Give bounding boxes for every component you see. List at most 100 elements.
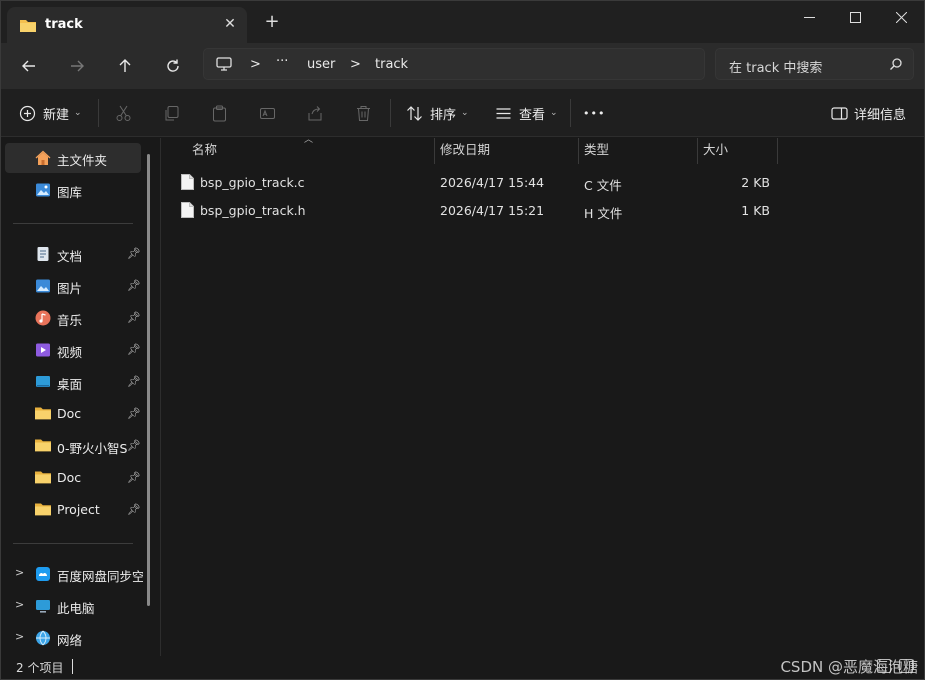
address-bar[interactable]: > ··· user > track <box>203 48 705 80</box>
sidebar-item-home[interactable]: 主文件夹 <box>5 143 141 173</box>
breadcrumb-user[interactable]: user <box>307 57 335 72</box>
rename-button[interactable] <box>259 101 276 125</box>
sort-button[interactable]: 排序 ⌄ <box>406 101 469 125</box>
sidebar-item-doc[interactable]: Doc 📌︎ <box>5 399 141 429</box>
document-icon <box>35 246 51 262</box>
sidebar-item-label: Doc <box>57 470 82 485</box>
details-label: 详细信息 <box>854 107 907 123</box>
cloud-drive-icon <box>35 566 51 582</box>
column-header-size[interactable]: 大小 <box>697 138 777 164</box>
pin-icon[interactable]: 📌︎ <box>127 279 141 292</box>
sidebar-item-gallery[interactable]: 图库 <box>5 175 141 205</box>
breadcrumb-separator[interactable]: > <box>350 57 361 72</box>
sidebar-item-project[interactable]: Project 📌︎ <box>5 495 141 525</box>
chevron-right-icon[interactable]: > <box>15 598 24 611</box>
pin-icon[interactable]: 📌︎ <box>127 247 141 260</box>
tab-track[interactable]: track ✕ <box>7 7 247 43</box>
back-button[interactable] <box>15 53 43 79</box>
chevron-right-icon[interactable]: > <box>15 566 24 579</box>
sidebar-item-label: 图片 <box>57 281 83 296</box>
search-box[interactable]: 在 track 中搜索 <box>715 48 914 80</box>
sidebar-item-label: 视频 <box>57 345 83 360</box>
sidebar-item-music[interactable]: 音乐 📌︎ <box>5 303 141 333</box>
file-type: H 文件 <box>584 206 623 221</box>
arrow-up-icon <box>119 59 131 72</box>
forward-button[interactable] <box>63 53 91 79</box>
up-button[interactable] <box>111 53 139 79</box>
new-tab-button[interactable]: + <box>263 13 281 31</box>
sidebar-item-this-pc[interactable]: > 此电脑 <box>5 591 141 621</box>
sidebar-item-documents[interactable]: 文档 📌︎ <box>5 239 141 269</box>
status-bar: 2 个项目 CSDN @恶魔海泡糖 <box>1 656 924 679</box>
plus-circle-icon <box>19 105 36 121</box>
video-icon <box>35 342 51 358</box>
navigation-pane: 主文件夹 图库 文档 📌︎ 图片 📌︎ 音乐 📌︎ 视频 📌︎ 桌面 📌︎ Do… <box>1 138 160 656</box>
view-label: 查看 <box>519 107 546 123</box>
pin-icon[interactable]: 📌︎ <box>127 375 141 388</box>
sidebar-item-network[interactable]: > 网络 <box>5 623 141 653</box>
breadcrumb-overflow[interactable]: ··· <box>276 54 288 69</box>
copy-button[interactable] <box>163 101 180 125</box>
sidebar-item-baidu-netdisk[interactable]: > 百度网盘同步空 <box>5 559 143 589</box>
file-name: bsp_gpio_track.h <box>200 203 306 218</box>
toolbar-divider <box>98 99 99 127</box>
more-options-button[interactable]: ••• <box>583 101 605 125</box>
close-window-button[interactable] <box>878 1 924 33</box>
refresh-icon <box>167 59 179 72</box>
toolbar-divider <box>570 99 571 127</box>
file-icon <box>181 202 194 221</box>
breadcrumb-track[interactable]: track <box>375 57 408 72</box>
sidebar-scrollbar[interactable] <box>147 154 150 606</box>
sidebar-item-label: 桌面 <box>57 377 83 392</box>
file-size: 2 KB <box>741 175 770 190</box>
breadcrumb-separator[interactable]: > <box>250 57 261 72</box>
column-header-type[interactable]: 类型 <box>578 138 697 164</box>
delete-button[interactable] <box>355 101 372 125</box>
column-header-name[interactable]: 名称 <box>186 138 434 164</box>
details-pane-button[interactable]: 详细信息 <box>831 101 906 125</box>
paste-button[interactable] <box>211 101 228 125</box>
sidebar-item-label: 图库 <box>57 185 83 200</box>
file-row[interactable]: bsp_gpio_track.c 2026/4/17 15:44 C 文件 2 … <box>171 169 771 197</box>
sidebar-item-yehuo[interactable]: 0-野火小智S 📌︎ <box>5 431 141 461</box>
monitor-icon[interactable] <box>216 56 232 76</box>
pc-icon <box>35 598 51 614</box>
pin-icon[interactable]: 📌︎ <box>127 439 141 452</box>
chevron-right-icon[interactable]: > <box>15 630 24 643</box>
pin-icon[interactable]: 📌︎ <box>127 343 141 356</box>
sidebar-item-label: Project <box>57 502 100 517</box>
new-button[interactable]: 新建 ⌄ <box>19 101 82 125</box>
search-input[interactable]: 在 track 中搜索 <box>729 57 822 76</box>
toolbar-divider <box>390 99 391 127</box>
status-divider <box>72 659 73 674</box>
pin-icon[interactable]: 📌︎ <box>127 311 141 324</box>
sidebar-item-doc-2[interactable]: Doc 📌︎ <box>5 463 141 493</box>
pin-icon[interactable]: 📌︎ <box>127 407 141 420</box>
refresh-button[interactable] <box>159 53 187 79</box>
sidebar-item-pictures[interactable]: 图片 📌︎ <box>5 271 141 301</box>
sidebar-item-label: 主文件夹 <box>57 153 108 168</box>
sidebar-item-desktop[interactable]: 桌面 📌︎ <box>5 367 141 397</box>
share-button[interactable] <box>307 101 324 125</box>
pin-icon[interactable]: 📌︎ <box>127 471 141 484</box>
column-header-date[interactable]: 修改日期 <box>434 138 578 164</box>
minimize-icon <box>803 16 815 18</box>
close-tab-icon[interactable]: ✕ <box>221 15 239 33</box>
cut-button[interactable] <box>115 101 132 125</box>
file-row[interactable]: bsp_gpio_track.h 2026/4/17 15:21 H 文件 1 … <box>171 197 771 225</box>
column-divider[interactable] <box>777 138 778 164</box>
copy-icon <box>165 105 179 120</box>
network-icon <box>35 630 51 646</box>
sidebar-divider <box>13 223 133 224</box>
folder-icon <box>35 470 51 486</box>
chevron-down-icon: ⌄ <box>461 108 469 118</box>
minimize-button[interactable] <box>786 1 832 33</box>
maximize-button[interactable] <box>832 1 878 33</box>
pin-icon[interactable]: 📌︎ <box>127 503 141 516</box>
close-icon <box>895 11 907 23</box>
sidebar-item-videos[interactable]: 视频 📌︎ <box>5 335 141 365</box>
command-bar: 新建 ⌄ 排序 ⌄ 查看 ⌄ ••• 详细信息 <box>1 89 924 137</box>
tab-title: track <box>45 17 83 32</box>
file-icon <box>181 174 194 193</box>
view-button[interactable]: 查看 ⌄ <box>495 101 558 125</box>
